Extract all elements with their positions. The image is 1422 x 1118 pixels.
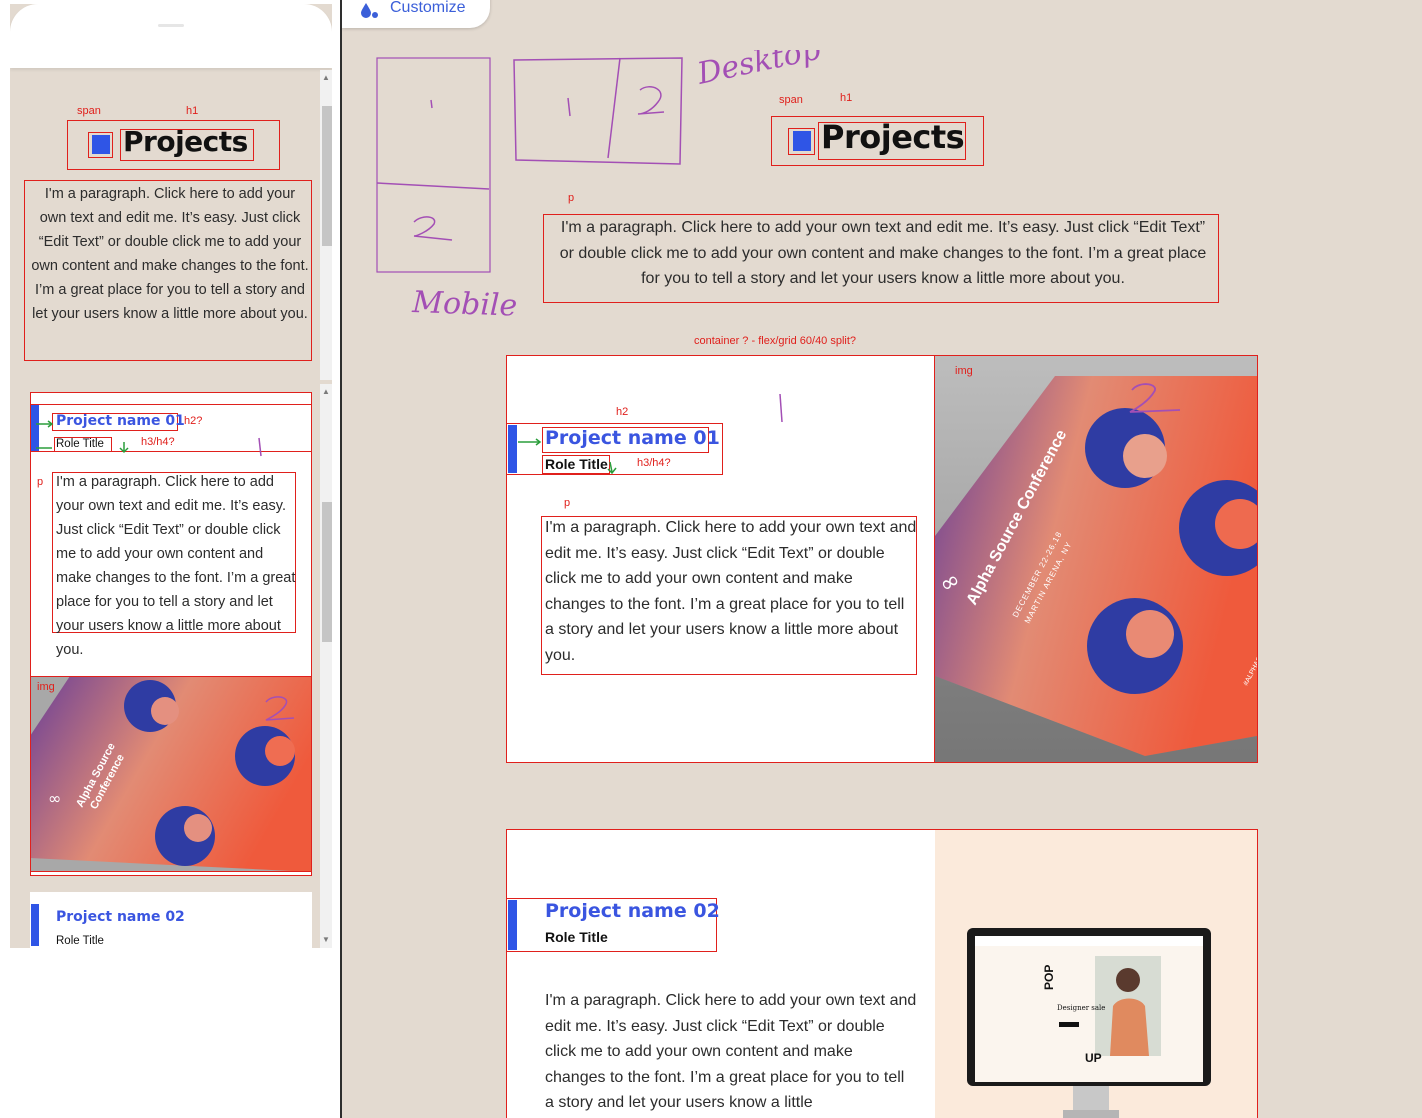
mobile-notch	[158, 24, 184, 27]
project-name: Project name 02	[56, 909, 185, 925]
customize-button[interactable]: Customize	[342, 0, 490, 28]
project-paragraph: I'm a paragraph. Click here to add your …	[56, 474, 296, 658]
annotation-p: p	[564, 497, 571, 509]
scroll-up-arrow-icon[interactable]: ▲	[322, 388, 330, 396]
annotation-box	[934, 355, 1258, 763]
sketch-mobile-label: Mobile	[411, 285, 518, 324]
svg-text:POP: POP	[1042, 965, 1056, 990]
annotation-h1: h1	[840, 92, 853, 104]
sketch-number-2-icon	[1129, 383, 1181, 413]
arrow-annotation-icon	[36, 420, 129, 454]
project-name: Project name 02	[545, 900, 720, 922]
scrollbar-thumb[interactable]	[322, 502, 332, 642]
role-title: Role Title	[56, 935, 104, 947]
intro-paragraph: I'm a paragraph. Click here to add your …	[559, 219, 1207, 287]
customize-label: Customize	[390, 0, 466, 16]
annotation-span: span	[77, 105, 101, 117]
mobile-top-bar	[10, 4, 332, 68]
annotation-span: span	[779, 94, 803, 106]
project-paragraph: I'm a paragraph. Click here to add your …	[545, 519, 917, 664]
desktop-canvas: Customize Mobile Desktop span h1 Project…	[342, 0, 1422, 1118]
paint-drop-icon	[361, 3, 378, 18]
annotation-p: p	[37, 476, 44, 488]
page-title: Projects	[821, 118, 965, 156]
sketch-number-1-icon	[779, 393, 783, 423]
mobile-scrollbar-bottom[interactable]: ▲ ▼	[320, 384, 332, 948]
page-title: Projects	[123, 125, 248, 158]
project-accent-bar	[508, 900, 517, 950]
scroll-up-arrow-icon[interactable]: ▲	[322, 74, 330, 82]
sketch-number-2-icon	[265, 696, 295, 721]
annotation-h2: h2	[616, 406, 629, 418]
annotation-h3h4: h3/h4?	[637, 457, 671, 469]
sketch-number-1-icon	[258, 437, 262, 457]
project-accent-bar	[31, 904, 39, 946]
project-paragraph: I'm a paragraph. Click here to add your …	[545, 992, 917, 1111]
annotation-container: container ? - flex/grid 60/40 split?	[694, 335, 857, 347]
role-title: Role Title	[545, 929, 608, 945]
mockup-tagline: Designer sale	[1057, 1004, 1105, 1012]
mobile-scrollbar-top[interactable]: ▲	[320, 70, 332, 380]
annotation-h1: h1	[186, 105, 199, 117]
annotation-h2: h2?	[184, 415, 203, 427]
annotation-p: p	[568, 192, 575, 204]
svg-text:UP: UP	[1085, 1051, 1102, 1065]
annotation-img: img	[37, 681, 55, 693]
monitor-mockup-icon: POP UP Designer sale	[967, 928, 1211, 1118]
intro-paragraph: I'm a paragraph. Click here to add your …	[31, 186, 309, 322]
scroll-down-arrow-icon[interactable]: ▼	[322, 936, 330, 944]
mobile-preview: ▲ ▲ ▼ span h1 Projects I'm a paragraph. …	[10, 4, 332, 948]
heading-square-icon	[92, 135, 110, 154]
heading-square-icon	[793, 131, 811, 151]
sketch-desktop-label: Desktop	[693, 50, 823, 92]
scrollbar-thumb[interactable]	[322, 106, 332, 246]
project-image: POP UP Designer sale	[935, 830, 1257, 1118]
arrow-annotation-icon	[518, 438, 617, 475]
